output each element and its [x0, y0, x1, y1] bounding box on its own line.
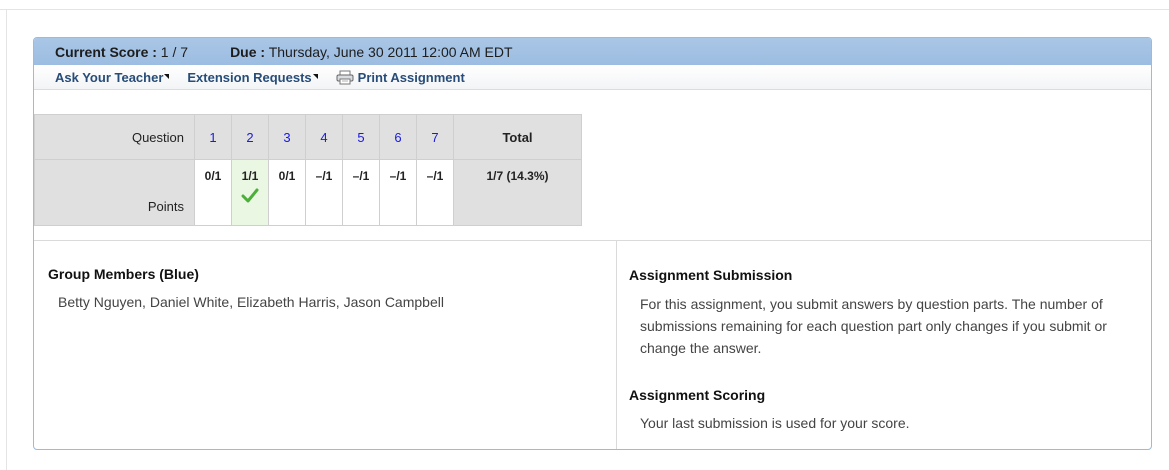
assignment-panel: Current Score : 1 / 7 Due : Thursday, Ju…: [33, 37, 1152, 450]
question-link-3[interactable]: 3: [268, 114, 306, 160]
points-row-label: Points: [34, 159, 195, 226]
popup-marker-icon: [164, 73, 170, 79]
page-frame-top: [0, 9, 1169, 10]
score-header-bar: Current Score : 1 / 7 Due : Thursday, Ju…: [34, 38, 1151, 65]
question-link-7[interactable]: 7: [416, 114, 454, 160]
question-link-4[interactable]: 4: [305, 114, 343, 160]
total-header: Total: [453, 114, 582, 160]
points-cell-1: 0/1: [194, 159, 232, 226]
score-table: Question 1 2 3 4 5 6 7 Total Points 0/1 …: [34, 114, 582, 226]
points-row: Points 0/1 1/1 0/1 –/1 –/1 –/1 –/1 1/7 (…: [34, 159, 582, 226]
points-cell-6: –/1: [379, 159, 417, 226]
page-frame-left: [6, 9, 7, 470]
assignment-links-bar: Ask Your Teacher Extension Requests Prin…: [34, 65, 1151, 90]
popup-marker-icon: [312, 73, 318, 79]
points-cell-7: –/1: [416, 159, 454, 226]
points-cell-4: –/1: [305, 159, 343, 226]
points-value: –/1: [389, 169, 407, 183]
points-cell-2: 1/1: [231, 159, 269, 226]
extension-requests-link[interactable]: Extension Requests: [187, 70, 311, 85]
question-link-6[interactable]: 6: [379, 114, 417, 160]
print-assignment-link-wrapper[interactable]: Print Assignment: [336, 70, 465, 85]
ask-your-teacher-link[interactable]: Ask Your Teacher: [55, 70, 163, 85]
points-cell-3: 0/1: [268, 159, 306, 226]
question-link-1[interactable]: 1: [194, 114, 232, 160]
points-value: –/1: [426, 169, 444, 183]
question-row: Question 1 2 3 4 5 6 7 Total: [34, 114, 582, 160]
section-divider: [34, 240, 1151, 241]
question-row-label: Question: [34, 114, 195, 160]
current-score: Current Score : 1 / 7: [55, 43, 189, 60]
points-value: –/1: [315, 169, 333, 183]
points-value: 1/1: [241, 169, 259, 183]
checkmark-icon: [241, 188, 259, 203]
question-link-2[interactable]: 2: [231, 114, 269, 160]
assignment-scoring-title: Assignment Scoring: [629, 387, 766, 403]
assignment-scoring-text: Your last submission is used for your sc…: [640, 415, 910, 431]
printer-icon: [336, 70, 354, 84]
question-link-5[interactable]: 5: [342, 114, 380, 160]
assignment-submission-title: Assignment Submission: [629, 267, 793, 283]
points-value: –/1: [352, 169, 370, 183]
assignment-submission-text: For this assignment, you submit answers …: [640, 296, 1107, 356]
points-value: 0/1: [204, 169, 222, 183]
column-divider: [616, 241, 617, 449]
print-assignment-link[interactable]: Print Assignment: [358, 70, 465, 85]
group-members-title: Group Members (Blue): [48, 266, 199, 282]
total-value: 1/7 (14.3%): [453, 159, 582, 226]
points-cell-5: –/1: [342, 159, 380, 226]
due-date: Due : Thursday, June 30 2011 12:00 AM ED…: [230, 43, 513, 60]
points-value: 0/1: [278, 169, 296, 183]
group-members-list: Betty Nguyen, Daniel White, Elizabeth Ha…: [58, 294, 444, 310]
